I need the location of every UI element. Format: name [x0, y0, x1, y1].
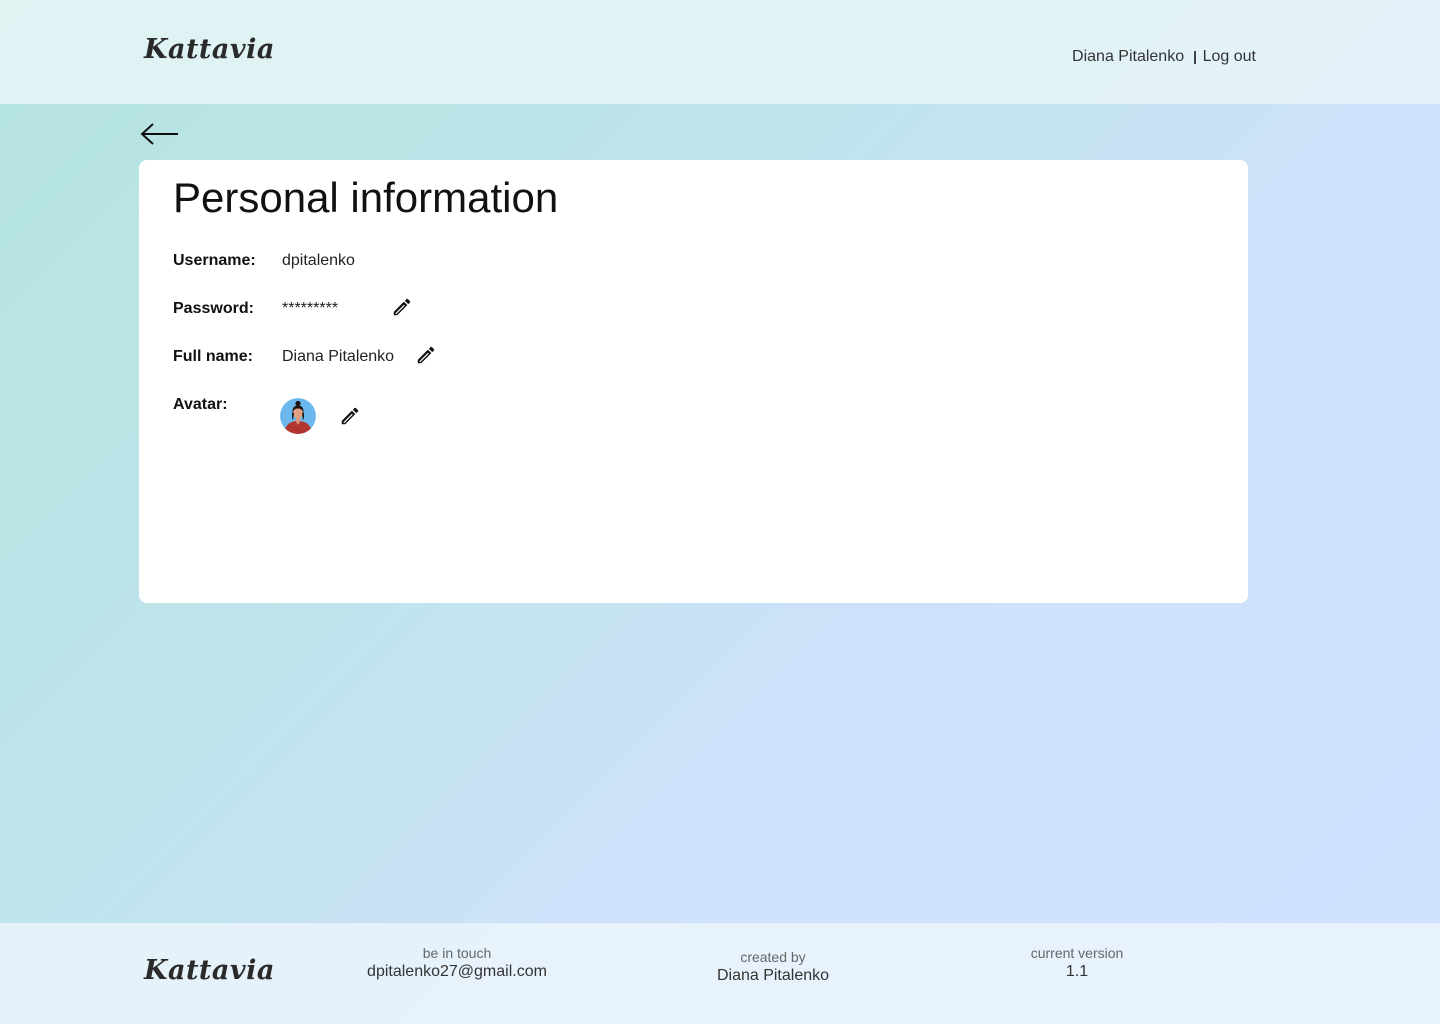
full-name-row: Full name: Diana Pitalenko	[173, 342, 493, 372]
full-name-label: Full name:	[173, 348, 254, 365]
footer-version: current version 1.1	[1007, 945, 1147, 981]
contact-email-link[interactable]: dpitalenko27@gmail.com	[357, 962, 557, 981]
edit-full-name-pencil-icon[interactable]	[415, 344, 437, 366]
logo[interactable]: Kattavia	[144, 34, 275, 65]
edit-avatar-pencil-icon[interactable]	[339, 405, 361, 427]
creator-name: Diana Pitalenko	[716, 967, 830, 984]
version-caption: current version	[1030, 945, 1124, 961]
personal-information-card: Personal information Username: dpitalenk…	[139, 160, 1248, 603]
edit-password-pencil-icon[interactable]	[391, 296, 413, 318]
contact-caption: be in touch	[422, 945, 492, 961]
divider	[1194, 50, 1196, 64]
password-value: *********	[282, 300, 339, 317]
logout-link[interactable]: Log out	[1203, 48, 1256, 66]
footer: Kattavia be in touch dpitalenko27@gmail.…	[0, 923, 1440, 1024]
password-row: Password: *********	[173, 294, 473, 324]
footer-creator: created by Diana Pitalenko	[688, 949, 858, 985]
avatar-label: Avatar:	[173, 396, 228, 413]
footer-contact: be in touch dpitalenko27@gmail.com	[357, 945, 557, 981]
current-user-name[interactable]: Diana Pitalenko	[1072, 48, 1184, 66]
footer-logo[interactable]: Kattavia	[144, 955, 275, 986]
back-arrow-icon[interactable]	[140, 120, 180, 148]
password-label: Password:	[173, 300, 254, 317]
username-label: Username:	[173, 252, 256, 269]
user-menu: Diana Pitalenko Log out	[1072, 48, 1256, 66]
creator-caption: created by	[740, 949, 806, 965]
top-bar: Kattavia Diana Pitalenko Log out	[0, 0, 1440, 104]
version-value: 1.1	[1065, 963, 1089, 980]
page-title: Personal information	[173, 174, 559, 221]
avatar	[280, 398, 316, 434]
full-name-value: Diana Pitalenko	[282, 348, 395, 365]
username-value: dpitalenko	[282, 252, 355, 269]
